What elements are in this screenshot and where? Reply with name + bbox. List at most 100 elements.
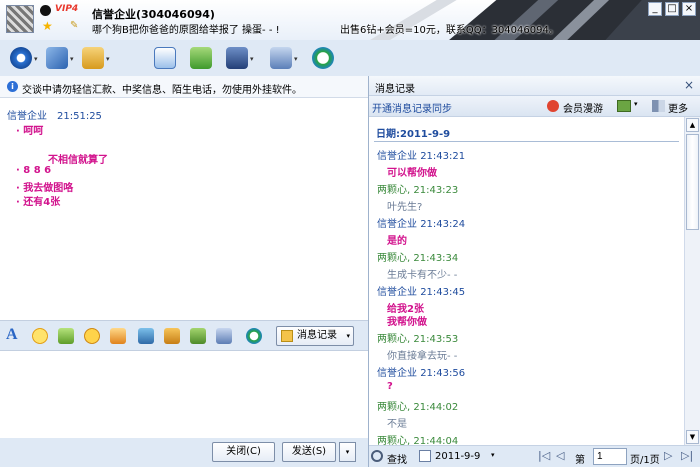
info-shield-icon: i (7, 81, 18, 92)
chat-display[interactable]: 信誉企业 21:51:25 · 呵呵 不相信就算了 · 8 8 6 · 我去做图咯… (0, 98, 368, 320)
apps-icon (270, 47, 292, 69)
page-input[interactable] (593, 448, 627, 465)
contact-name: 信誉企业(304046094) (92, 8, 215, 21)
message-record-button[interactable]: 消息记录 ▾ (276, 326, 354, 346)
history-entry-text: 是的 (387, 236, 407, 247)
soso-icon (312, 47, 334, 69)
maximize-button[interactable]: □ (665, 2, 679, 16)
soso-button[interactable] (310, 45, 346, 71)
member-roam-button[interactable]: 会员漫游 (563, 100, 603, 115)
contact-avatar[interactable] (6, 5, 34, 33)
send-button[interactable]: 发送(S) (282, 442, 336, 462)
create-group-button[interactable]: ▾ (224, 45, 260, 71)
history-entry-header: 两颗心, 21:43:23 (377, 185, 459, 196)
message-line: · 8 8 6 (16, 165, 52, 176)
send-mail-button[interactable] (152, 45, 188, 71)
shake-icon[interactable] (84, 328, 100, 344)
contact-signature: 哪个狗B把你爸爸的原图给举报了 操蛋- - ! (92, 25, 280, 36)
screenshot-icon[interactable] (190, 328, 206, 344)
folder-icon (82, 47, 104, 69)
history-entry-text: 我帮你做 (387, 317, 427, 328)
history-date: 日期:2011-9-9 (376, 129, 451, 140)
history-title-bar: 消息记录 × (369, 76, 700, 96)
history-close-button[interactable]: × (684, 79, 694, 91)
send-sms-button[interactable] (188, 45, 224, 71)
message-time: 21:51:25 (57, 111, 102, 122)
history-scrollbar[interactable]: ▲ ▼ (684, 117, 700, 445)
more-button[interactable]: 更多 (668, 100, 688, 115)
voice-call-button[interactable]: ▾ (44, 45, 80, 71)
video-call-button[interactable]: ▾ (8, 45, 44, 71)
message-line: 不相信就算了 (48, 155, 108, 166)
minimize-button[interactable]: _ (648, 2, 662, 16)
chevron-down-icon[interactable]: ▾ (634, 100, 638, 108)
history-toolbar: 开通消息记录同步 会员漫游 ▾ 更多 (369, 96, 700, 117)
magic-emoticon-icon[interactable] (58, 328, 74, 344)
chevron-down-icon: ▾ (346, 332, 350, 340)
action-bar: 关闭(C) 发送(S) ▾ (0, 438, 368, 467)
group-icon (226, 47, 248, 69)
message-line: · 呵呵 (16, 126, 44, 137)
sync-history-link[interactable]: 开通消息记录同步 (372, 100, 452, 115)
format-toolbar: A 消息记录 ▾ (0, 320, 368, 350)
title-bar: VIP4 ★ ✎ 信誉企业(304046094) 哪个狗B把你爸爸的原图给举报了… (0, 0, 700, 40)
history-entry-header: 信誉企业 21:43:21 (377, 151, 466, 162)
message-history-panel: 消息记录 × 开通消息记录同步 会员漫游 ▾ 更多 日期:2011-9-9 信誉… (368, 76, 700, 467)
qq-penguin-icon (40, 5, 51, 16)
chevron-down-icon[interactable]: ▾ (491, 451, 495, 459)
star-icon: ★ (42, 19, 53, 33)
last-page-button[interactable]: ▷| (681, 449, 693, 462)
divider (374, 141, 679, 142)
sms-icon (190, 47, 212, 69)
scroll-thumb[interactable] (686, 134, 699, 230)
history-list[interactable]: 日期:2011-9-9 信誉企业 21:43:21 可以帮你做 两颗心, 21:… (369, 117, 684, 445)
page-label: 第 (575, 455, 585, 466)
message-input[interactable] (0, 350, 368, 438)
history-entry-header: 两颗心, 21:43:53 (377, 334, 459, 345)
send-options-button[interactable]: ▾ (339, 442, 356, 462)
image-icon[interactable] (138, 328, 154, 344)
history-footer: 查找 2011-9-9 ▾ |◁ ◁ 第 页/1页 ▷ ▷| (369, 445, 700, 467)
speaker-icon (652, 100, 665, 112)
scroll-down-button[interactable]: ▼ (686, 430, 699, 444)
scroll-up-button[interactable]: ▲ (686, 118, 699, 132)
history-entry-header: 信誉企业 21:43:24 (377, 219, 466, 230)
message-sender: 信誉企业 (7, 111, 47, 122)
history-entry-header: 信誉企业 21:43:56 (377, 368, 466, 379)
app-settings-button[interactable]: ▾ (268, 45, 304, 71)
chat-toolbar: ▾ ▾ ▾ ▾ ▾ (0, 40, 370, 76)
search-icon[interactable] (371, 450, 383, 462)
mail-icon (154, 47, 176, 69)
calendar-icon[interactable] (419, 450, 431, 462)
window-controls: _ □ × (648, 2, 696, 16)
close-window-button[interactable]: × (682, 2, 696, 16)
voice-message-icon[interactable] (110, 328, 126, 344)
microphone-icon (46, 47, 68, 69)
history-title: 消息记录 (375, 84, 415, 95)
history-entry-header: 两颗心, 21:44:04 (377, 436, 459, 445)
send-file-button[interactable]: ▾ (80, 45, 116, 71)
music-icon[interactable] (164, 328, 180, 344)
member-icon (547, 100, 559, 112)
message-line: · 我去做图咯 (16, 183, 74, 194)
first-page-button[interactable]: |◁ (538, 449, 550, 462)
screen-capture-icon[interactable] (216, 328, 232, 344)
export-icon[interactable] (617, 100, 631, 112)
webcam-icon (10, 47, 32, 69)
date-selector[interactable]: 2011-9-9 (435, 451, 480, 462)
soso-icon[interactable] (246, 328, 262, 344)
history-icon (281, 330, 293, 342)
search-button[interactable]: 查找 (387, 451, 407, 466)
next-page-button[interactable]: ▷ (664, 449, 672, 462)
history-entry-text: 不是 (387, 419, 407, 430)
message-record-label: 消息记录 (297, 330, 337, 341)
history-entry-text: 你直接拿去玩- - (387, 351, 458, 362)
prev-page-button[interactable]: ◁ (556, 449, 564, 462)
history-entry-text: 生成卡有不少- - (387, 270, 458, 281)
font-icon[interactable]: A (6, 326, 18, 344)
close-button[interactable]: 关闭(C) (212, 442, 275, 462)
security-notice-text: 交谈中请勿轻信汇款、中奖信息、陌生电话，勿使用外挂软件。 (22, 85, 302, 96)
key-icon: ✎ (70, 20, 79, 31)
history-entry-header: 信誉企业 21:43:45 (377, 287, 466, 298)
emoticon-icon[interactable] (32, 328, 48, 344)
